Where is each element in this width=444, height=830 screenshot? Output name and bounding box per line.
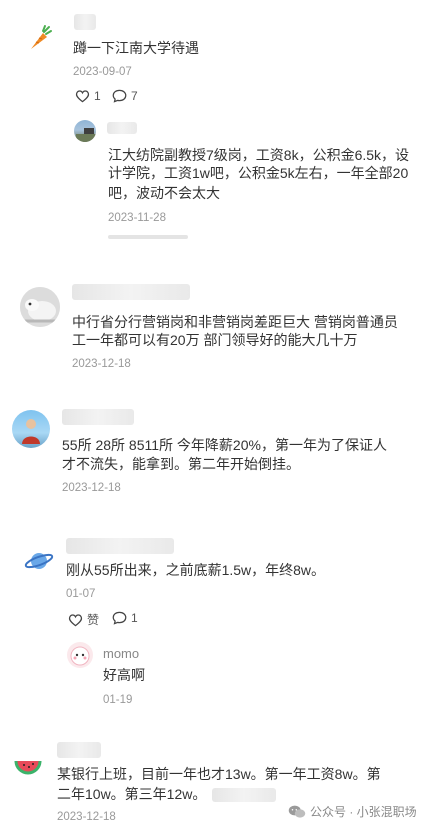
avatar[interactable] [12,749,44,781]
like-label: 赞 [87,613,100,627]
landscape-image [76,128,96,142]
comment-date: 2023-09-07 [73,66,132,78]
reply-text-line2: 计学院，工资1w吧，公积金5k左右，一年全部20 [108,165,409,181]
wechat-icon [288,805,306,818]
reply-avatar[interactable] [67,642,93,668]
comment-date: 2023-12-18 [62,482,121,494]
avatar[interactable] [24,546,54,576]
like-button[interactable]: 赞 [68,611,99,628]
reply-button[interactable]: 1 [112,611,138,625]
comment-text: 蹲一下江南大学待遇 [73,40,199,56]
truncated-actions [108,235,188,239]
comment-text: 刚从55所出来，之前底薪1.5w，年终8w。 [66,562,326,578]
watermark: 公众号 · 小张混职场 [288,803,417,820]
reply-avatar[interactable] [74,120,96,142]
avatar[interactable] [12,410,50,448]
reply-count: 7 [131,89,138,103]
reply-count: 1 [131,611,138,625]
username [62,409,134,425]
reply-text-line3: 吧，波动不会太大 [108,185,220,201]
heart-icon [68,613,83,626]
avatar[interactable] [22,22,56,56]
reply-username[interactable]: momo [103,646,139,661]
like-count: 1 [94,89,101,103]
comment-bubble-icon [112,611,127,625]
comment-text-line2: 才不流失，能拿到。第二年开始倒挂。 [62,456,300,472]
comment-text-line2: 二年10w。第三年12w。 [57,786,207,802]
watermelon-icon [14,760,42,775]
username [72,284,190,300]
comment-text-line2: 工一年都可以有20万 部门领导好的能大几十万 [72,332,358,348]
username [66,538,174,554]
avatar[interactable] [20,287,60,327]
comment-text-line1: 某银行上班，目前一年也才13w。第一年工资8w。第 [57,766,381,782]
like-button[interactable]: 1 [75,89,101,103]
reply-date: 2023-11-28 [108,212,166,224]
watermark-text: 公众号 · 小张混职场 [310,805,417,819]
username [74,14,96,30]
comment-date: 2023-12-18 [72,358,131,370]
username [57,742,101,758]
comment-text-line1: 55所 28所 8511所 今年降薪20%，第一年为了保证人 [62,437,387,453]
animal-photo-avatar [20,287,60,327]
reply-button[interactable]: 7 [112,89,138,103]
comment-date: 2023-12-18 [57,811,116,823]
cartoon-face-avatar [70,646,90,666]
person-photo-avatar [22,419,40,444]
reply-date: 01-19 [103,694,133,706]
planet-icon [24,553,54,569]
carrot-icon [31,25,52,49]
comment-bubble-icon [112,89,127,103]
heart-icon [75,90,90,103]
reply-text: 好高啊 [103,667,145,683]
comment-date: 01-07 [66,588,96,600]
reply-username [107,122,137,134]
obscured-text [212,788,276,802]
